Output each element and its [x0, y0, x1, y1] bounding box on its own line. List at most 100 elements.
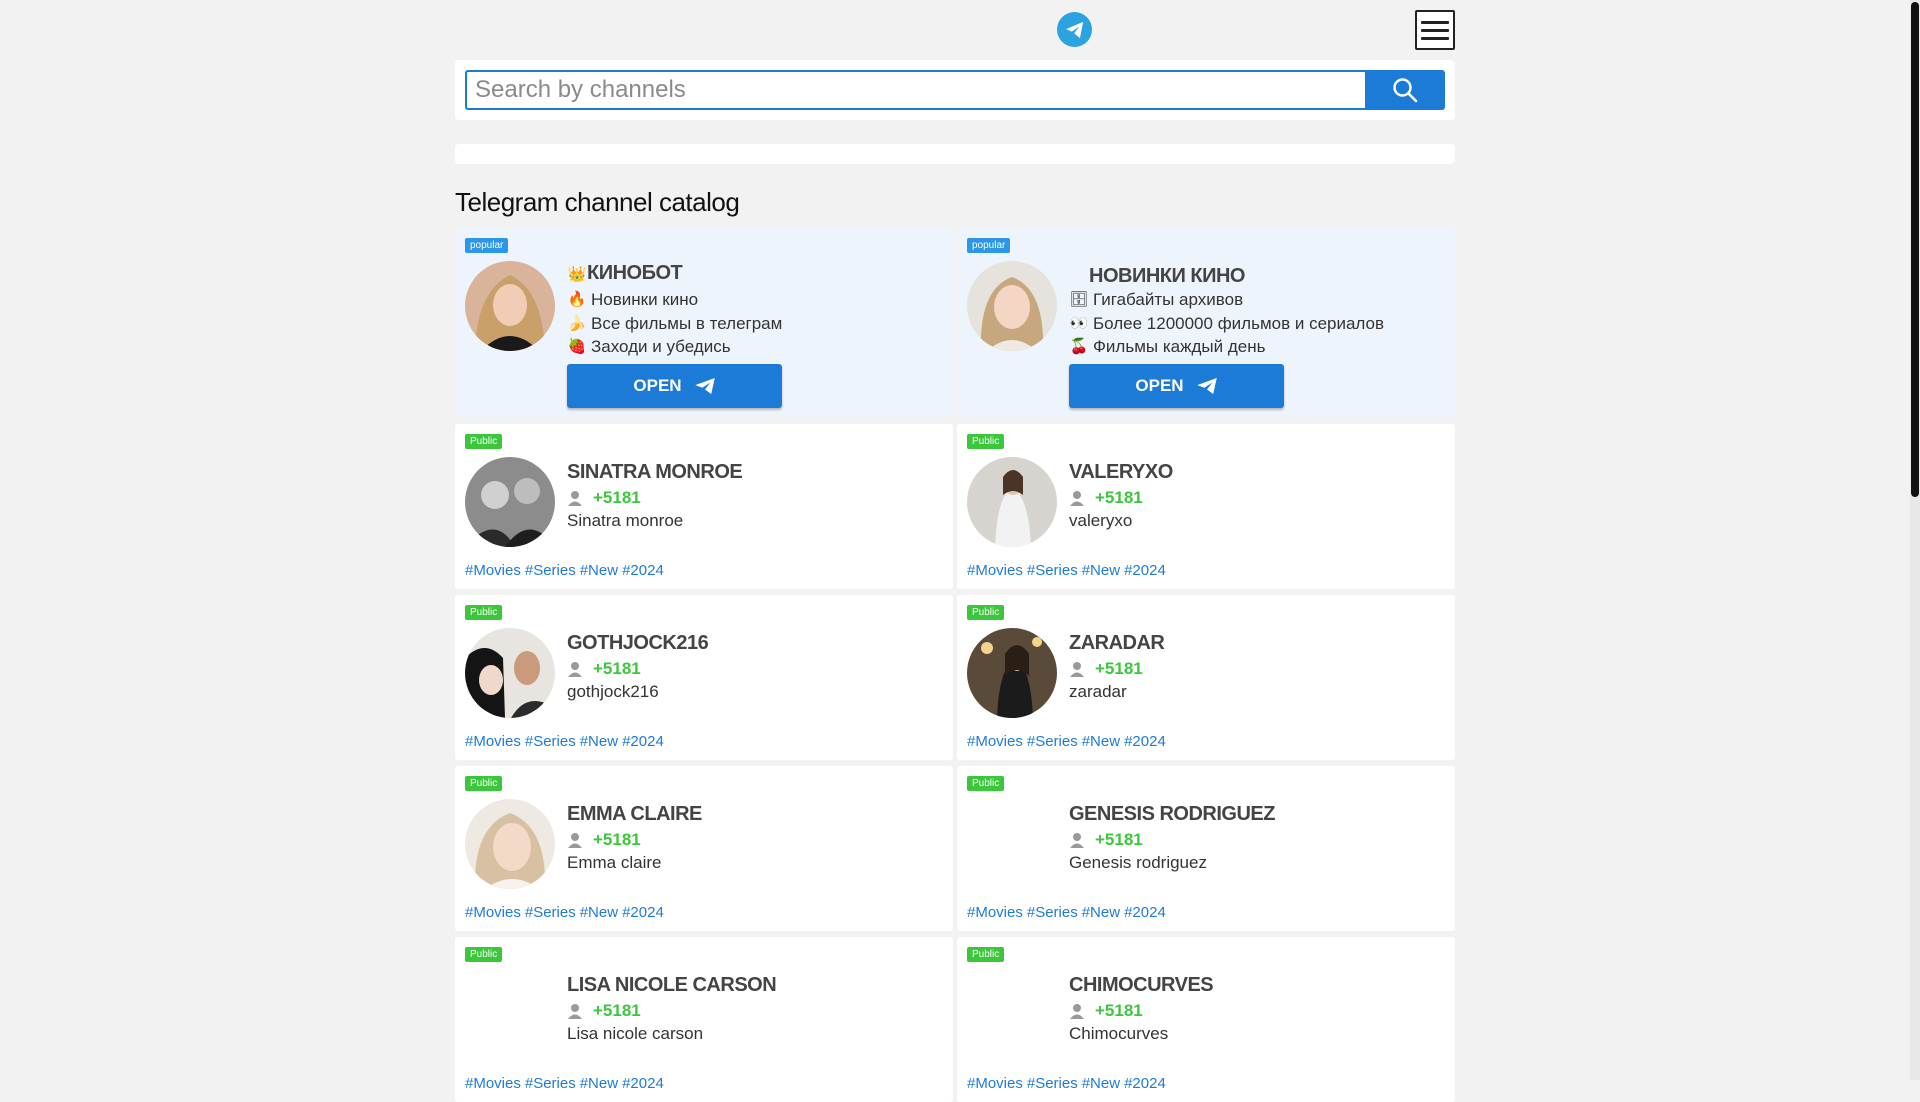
user-icon: [568, 662, 582, 677]
avatar[interactable]: [967, 261, 1057, 351]
tag-link[interactable]: #New: [580, 733, 618, 750]
tag-link[interactable]: #Movies: [967, 904, 1023, 921]
tag-link[interactable]: #Movies: [465, 1075, 521, 1092]
tag-link[interactable]: #New: [1082, 1075, 1120, 1092]
avatar[interactable]: [465, 261, 555, 351]
promo-line: 🔥 Новинки кино: [567, 290, 699, 309]
tag-link[interactable]: #2024: [1124, 733, 1166, 750]
channel-name[interactable]: VALERYXO: [1069, 461, 1173, 484]
tag-link[interactable]: #2024: [1124, 904, 1166, 921]
search-panel: [455, 60, 1455, 120]
tag-link[interactable]: #Movies: [465, 733, 521, 750]
channel-name[interactable]: ZARADAR: [1069, 632, 1165, 655]
tag-link[interactable]: #New: [1082, 904, 1120, 921]
tag-link[interactable]: #2024: [1124, 1075, 1166, 1092]
channel-card: Public LISA NICOLE CARSON +5181 Lisa nic…: [455, 937, 953, 1102]
tag-link[interactable]: #New: [1082, 562, 1120, 579]
tag-link[interactable]: #Series: [525, 562, 576, 579]
tag-list: #Movies #Series #New #2024: [967, 1075, 1166, 1092]
subscriber-count: +5181: [1095, 488, 1143, 507]
tag-link[interactable]: #New: [580, 562, 618, 579]
menu-button[interactable]: [1415, 10, 1455, 50]
tag-link[interactable]: #2024: [622, 904, 664, 921]
avatar[interactable]: [967, 628, 1057, 718]
channel-card: Public GOTHJOCK216 +5181 gothjock216 #Mo…: [455, 595, 953, 760]
tag-link[interactable]: #Movies: [967, 562, 1023, 579]
open-button[interactable]: OPEN: [567, 364, 782, 408]
public-badge: Public: [465, 776, 503, 791]
search-input[interactable]: [465, 70, 1365, 110]
tag-link[interactable]: #Series: [1027, 904, 1078, 921]
channel-name[interactable]: SINATRA MONROE: [567, 461, 743, 484]
tag-link[interactable]: #2024: [622, 733, 664, 750]
subscriber-stats: +5181: [567, 830, 641, 850]
public-badge: Public: [465, 434, 503, 449]
channel-card: Public GENESIS RODRIGUEZ +5181 Genesis r…: [957, 766, 1455, 931]
channel-description: valeryxo: [1069, 511, 1133, 530]
subscriber-count: +5181: [593, 659, 641, 678]
promo-card: popular 👑КИНОБОТ 🔥 Новинки кино 🍌 Все филь…: [455, 228, 953, 418]
page: Telegram channel catalog popular 👑КИНОБО…: [455, 0, 1455, 1102]
tag-link[interactable]: #Movies: [967, 733, 1023, 750]
channel-name[interactable]: LISA NICOLE CARSON: [567, 974, 777, 997]
subscriber-count: +5181: [593, 1001, 641, 1020]
avatar[interactable]: [465, 970, 555, 1060]
subscriber-stats: +5181: [1069, 659, 1143, 679]
search-button[interactable]: [1365, 70, 1445, 110]
user-icon: [1070, 1004, 1084, 1019]
public-badge: Public: [967, 776, 1005, 791]
subscriber-count: +5181: [593, 488, 641, 507]
telegram-logo-icon[interactable]: [1057, 12, 1092, 47]
top-bar: [455, 0, 1455, 58]
channel-name[interactable]: НОВИНКИ КИНО: [1069, 262, 1245, 288]
avatar[interactable]: [967, 799, 1057, 889]
public-badge: Public: [465, 947, 503, 962]
avatar[interactable]: [967, 970, 1057, 1060]
user-icon: [568, 833, 582, 848]
subscriber-count: +5181: [593, 830, 641, 849]
avatar[interactable]: [967, 457, 1057, 547]
tag-list: #Movies #Series #New #2024: [465, 1075, 664, 1092]
scrollbar[interactable]: [1910, 0, 1920, 1080]
tag-link[interactable]: #New: [580, 1075, 618, 1092]
subscriber-stats: +5181: [1069, 830, 1143, 850]
tag-link[interactable]: #Series: [525, 904, 576, 921]
channel-card: Public EMMA CLAIRE +5181 Emma claire #Mo…: [455, 766, 953, 931]
tag-link[interactable]: #Movies: [465, 562, 521, 579]
avatar[interactable]: [465, 799, 555, 889]
avatar[interactable]: [465, 628, 555, 718]
public-badge: Public: [967, 947, 1005, 962]
channel-card: Public SINATRA MONROE +5181 Sinatra monr…: [455, 424, 953, 589]
user-icon: [1070, 833, 1084, 848]
scrollbar-thumb[interactable]: [1911, 2, 1919, 497]
channel-description: gothjock216: [567, 682, 659, 701]
tag-link[interactable]: #Series: [1027, 733, 1078, 750]
tag-link[interactable]: #Movies: [967, 1075, 1023, 1092]
channel-name[interactable]: CHIMOCURVES: [1069, 974, 1214, 997]
user-icon: [568, 491, 582, 506]
tag-list: #Movies #Series #New #2024: [465, 733, 664, 750]
avatar[interactable]: [465, 457, 555, 547]
public-badge: Public: [967, 605, 1005, 620]
tag-link[interactable]: #2024: [622, 562, 664, 579]
strawberry-icon: 🍓: [567, 338, 587, 355]
cherries-icon: 🍒: [1069, 338, 1089, 355]
channel-name[interactable]: GOTHJOCK216: [567, 632, 709, 655]
tag-link[interactable]: #Movies: [465, 904, 521, 921]
promo-line: 🍒 Фильмы каждый день: [1069, 337, 1266, 356]
tag-link[interactable]: #New: [1082, 733, 1120, 750]
tag-link[interactable]: #Series: [525, 1075, 576, 1092]
tag-link[interactable]: #Series: [1027, 1075, 1078, 1092]
user-icon: [568, 1004, 582, 1019]
open-button[interactable]: OPEN: [1069, 364, 1284, 408]
tag-link[interactable]: #New: [580, 904, 618, 921]
tag-link[interactable]: #Series: [1027, 562, 1078, 579]
channel-name[interactable]: EMMA CLAIRE: [567, 803, 702, 826]
tag-link[interactable]: #2024: [1124, 562, 1166, 579]
subscriber-count: +5181: [1095, 830, 1143, 849]
popular-badge: popular: [465, 238, 509, 253]
tag-link[interactable]: #Series: [525, 733, 576, 750]
tag-link[interactable]: #2024: [622, 1075, 664, 1092]
channel-name[interactable]: GENESIS RODRIGUEZ: [1069, 803, 1275, 826]
channel-name[interactable]: 👑КИНОБОТ: [567, 262, 683, 285]
